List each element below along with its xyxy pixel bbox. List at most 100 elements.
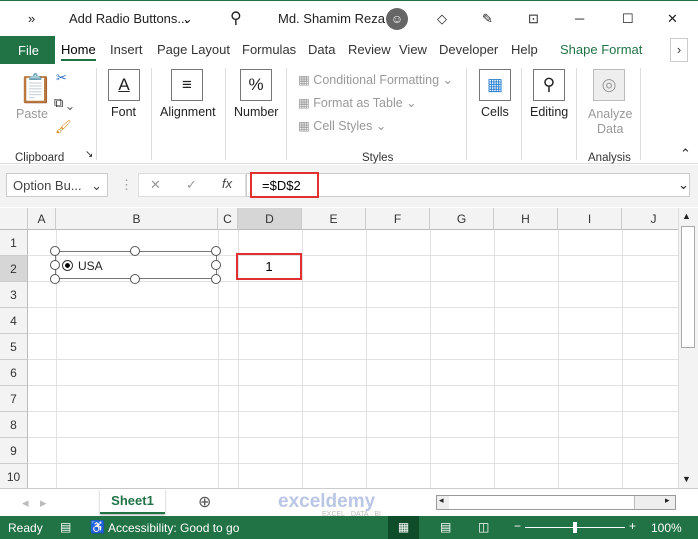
number-button[interactable]: Number [234, 105, 278, 119]
zoom-out-button[interactable]: − [514, 519, 521, 533]
format-as-table-button[interactable]: ▦ Format as Table ⌄ [298, 95, 417, 110]
tab-review[interactable]: Review [348, 42, 391, 57]
tab-insert[interactable]: Insert [110, 42, 143, 57]
resize-handle[interactable] [211, 246, 221, 256]
paste-button[interactable]: Paste [16, 107, 48, 121]
select-all[interactable] [0, 208, 28, 230]
cut-icon[interactable]: ✂ [56, 70, 67, 86]
conditional-formatting-button[interactable]: ▦ Conditional Formatting ⌄ [298, 72, 453, 87]
row-header[interactable]: 5 [0, 334, 28, 360]
resize-handle[interactable] [50, 274, 60, 284]
dialog-launcher-icon[interactable]: ↘ [85, 149, 93, 160]
analyze-data-button[interactable]: Analyze Data [588, 107, 632, 137]
col-header[interactable]: H [494, 208, 558, 230]
horizontal-scroll-thumb[interactable] [449, 496, 635, 509]
tab-shape-format[interactable]: Shape Format [560, 42, 642, 57]
zoom-level[interactable]: 100% [651, 521, 682, 535]
add-sheet-icon[interactable]: ⊕ [198, 492, 211, 512]
col-header[interactable]: F [366, 208, 430, 230]
vertical-scroll-thumb[interactable] [681, 226, 695, 348]
resize-handle[interactable] [211, 274, 221, 284]
row-header[interactable]: 8 [0, 412, 28, 438]
accessibility-icon[interactable]: ♿ [90, 520, 105, 534]
copy-icon[interactable]: ⧉ ⌄ [54, 95, 73, 111]
row-header[interactable]: 4 [0, 308, 28, 334]
close-button[interactable]: ✕ [667, 11, 678, 27]
diamond-icon[interactable]: ◇ [437, 11, 447, 27]
overflow-button[interactable]: » [28, 11, 35, 26]
name-box[interactable]: Option Bu... ⌄ [6, 173, 108, 197]
sheet-tab-sheet1[interactable]: Sheet1 [100, 489, 165, 514]
row-header[interactable]: 7 [0, 386, 28, 412]
row-header[interactable]: 2 [0, 256, 28, 282]
document-title[interactable]: Add Radio Buttons... [69, 11, 188, 26]
worksheet-grid[interactable]: A B C D E F G H I J 1 2 3 4 5 6 7 8 9 10 1 USA [0, 208, 678, 488]
cells-button[interactable]: Cells [481, 105, 509, 119]
zoom-in-button[interactable]: + [629, 519, 636, 533]
pen-icon[interactable]: ✎ [482, 11, 493, 27]
col-header[interactable]: I [558, 208, 622, 230]
resize-handle[interactable] [50, 246, 60, 256]
normal-view-icon[interactable]: ▦ [388, 516, 419, 539]
horizontal-scrollbar[interactable]: ◂ ▸ [436, 495, 676, 510]
font-button[interactable]: Font [111, 105, 136, 119]
chevron-down-icon[interactable]: ⌄ [182, 11, 193, 27]
radio-button-icon[interactable] [62, 260, 73, 271]
col-header[interactable]: E [302, 208, 366, 230]
analyze-data-icon[interactable]: ◎ [593, 69, 625, 101]
scroll-left-icon[interactable]: ◂ [439, 495, 444, 506]
tabs-scroll-right[interactable]: › [670, 38, 688, 62]
col-header[interactable]: A [28, 208, 56, 230]
maximize-button[interactable]: ☐ [622, 11, 634, 27]
prev-sheet-icon[interactable]: ◂ [22, 495, 29, 511]
row-header[interactable]: 10 [0, 464, 28, 488]
paste-icon[interactable]: 📋 [18, 72, 53, 105]
zoom-slider-thumb[interactable] [573, 522, 577, 533]
col-header[interactable]: B [56, 208, 218, 230]
macro-record-icon[interactable]: ▤ [60, 520, 71, 534]
next-sheet-icon[interactable]: ▸ [40, 495, 47, 511]
expand-formula-icon[interactable]: ⌄ [678, 177, 689, 193]
avatar[interactable]: ☺ [386, 8, 408, 30]
page-layout-view-icon[interactable]: ▤ [440, 520, 451, 534]
format-painter-icon[interactable]: 🖌 [55, 119, 72, 135]
resize-handle[interactable] [130, 246, 140, 256]
tab-home[interactable]: Home [61, 42, 96, 61]
tab-page-layout[interactable]: Page Layout [157, 42, 230, 57]
alignment-icon[interactable]: ≡ [171, 69, 203, 101]
row-header[interactable]: 3 [0, 282, 28, 308]
row-header[interactable]: 1 [0, 230, 28, 256]
cell-styles-button[interactable]: ▦ Cell Styles ⌄ [298, 118, 386, 133]
search-icon[interactable]: ⚲ [230, 8, 242, 28]
cancel-icon[interactable]: ✕ [150, 177, 161, 193]
minimize-button[interactable]: ─ [575, 11, 584, 26]
scroll-right-icon[interactable]: ▸ [665, 495, 670, 506]
tab-data[interactable]: Data [308, 42, 335, 57]
tab-view[interactable]: View [399, 42, 427, 57]
page-break-view-icon[interactable]: ◫ [478, 520, 489, 534]
tab-formulas[interactable]: Formulas [242, 42, 296, 57]
row-header[interactable]: 6 [0, 360, 28, 386]
cells-icon[interactable]: ▦ [479, 69, 511, 101]
number-icon[interactable]: % [240, 69, 272, 101]
font-icon[interactable]: A [108, 69, 140, 101]
accessibility-status[interactable]: Accessibility: Good to go [108, 521, 239, 535]
editing-button[interactable]: Editing [530, 105, 568, 119]
alignment-button[interactable]: Alignment [160, 105, 216, 119]
cell-d2[interactable]: 1 [236, 253, 302, 280]
ribbon-display-icon[interactable]: ⊡ [528, 11, 539, 27]
enter-icon[interactable]: ✓ [186, 177, 197, 193]
col-header[interactable]: G [430, 208, 494, 230]
tab-file[interactable]: File [0, 36, 55, 64]
tab-developer[interactable]: Developer [439, 42, 498, 57]
insert-function-button[interactable]: fx [222, 176, 232, 191]
col-header[interactable]: J [622, 208, 678, 230]
resize-handle[interactable] [211, 260, 221, 270]
collapse-ribbon-icon[interactable]: ⌃ [680, 146, 691, 162]
tab-help[interactable]: Help [511, 42, 538, 57]
scroll-up-icon[interactable]: ▲ [682, 211, 691, 221]
resize-handle[interactable] [50, 260, 60, 270]
col-header[interactable]: D [238, 208, 302, 230]
vertical-scrollbar[interactable]: ▲ ▼ [678, 208, 698, 488]
row-header[interactable]: 9 [0, 438, 28, 464]
